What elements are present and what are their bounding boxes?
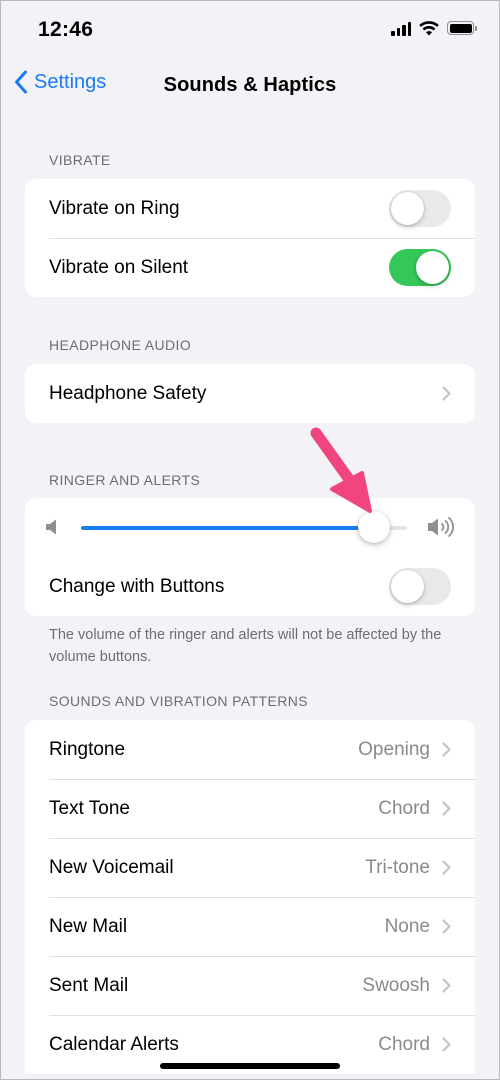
section-header-headphone-audio: HEADPHONE AUDIO (49, 337, 192, 353)
toggle-knob (416, 251, 449, 284)
speaker-low-icon (46, 519, 56, 535)
row-label: New Voicemail (49, 856, 174, 878)
toggle-knob (391, 570, 424, 603)
speaker-high-icon (428, 517, 454, 537)
battery-icon (447, 21, 477, 35)
chevron-right-icon (442, 386, 451, 401)
status-time: 12:46 (38, 18, 94, 41)
row-label: Vibrate on Ring (49, 197, 180, 219)
status-bar: 12:46 (0, 0, 500, 62)
section-header-vibrate: VIBRATE (49, 152, 111, 168)
row-new-mail[interactable]: New Mail None (25, 897, 475, 956)
row-label: Text Tone (49, 797, 130, 819)
chevron-right-icon (442, 860, 451, 875)
row-label: New Mail (49, 915, 128, 937)
row-label: Vibrate on Silent (49, 256, 189, 278)
row-label: Change with Buttons (49, 575, 225, 597)
chevron-right-icon (442, 801, 451, 816)
slider-fill (81, 526, 374, 530)
headphone-group: Headphone Safety (25, 364, 475, 423)
vibrate-on-ring-toggle[interactable] (389, 190, 451, 227)
row-value: Swoosh (362, 974, 430, 996)
navigation-bar: Settings Sounds & Haptics (0, 62, 500, 108)
row-new-voicemail[interactable]: New Voicemail Tri-tone (25, 838, 475, 897)
toggle-knob (391, 192, 424, 225)
pink-arrow-icon (310, 427, 372, 513)
page-title: Sounds & Haptics (163, 74, 337, 96)
status-icons (391, 20, 477, 36)
row-vibrate-on-silent[interactable]: Vibrate on Silent (25, 238, 475, 297)
row-ringtone[interactable]: Ringtone Opening (25, 720, 475, 779)
row-headphone-safety[interactable]: Headphone Safety (25, 364, 475, 423)
row-value: Tri-tone (365, 856, 430, 878)
row-label: Headphone Safety (49, 382, 207, 404)
row-sent-mail[interactable]: Sent Mail Swoosh (25, 956, 475, 1015)
row-label: Sent Mail (49, 974, 129, 996)
sounds-group: Ringtone Opening Text Tone Chord New Voi… (25, 720, 475, 1074)
row-text-tone[interactable]: Text Tone Chord (25, 779, 475, 838)
ringer-volume-row (25, 498, 475, 557)
change-with-buttons-toggle[interactable] (389, 568, 451, 605)
wifi-icon (419, 21, 439, 36)
cellular-signal-icon (391, 21, 411, 36)
row-label: Calendar Alerts (49, 1033, 179, 1055)
chevron-right-icon (442, 978, 451, 993)
chevron-right-icon (442, 919, 451, 934)
row-change-with-buttons[interactable]: Change with Buttons (25, 557, 475, 616)
chevron-right-icon (442, 1037, 451, 1052)
home-indicator (160, 1063, 340, 1069)
vibrate-on-silent-toggle[interactable] (389, 249, 451, 286)
row-vibrate-on-ring[interactable]: Vibrate on Ring (25, 179, 475, 238)
section-header-ringer-and-alerts: RINGER AND ALERTS (49, 472, 201, 488)
row-value: Opening (358, 738, 430, 760)
ringer-group: Change with Buttons (25, 498, 475, 616)
ringer-footer-note: The volume of the ringer and alerts will… (49, 627, 442, 665)
chevron-right-icon (442, 742, 451, 757)
row-value: Chord (378, 797, 430, 819)
row-value: Chord (378, 1033, 430, 1055)
row-value: None (384, 915, 430, 937)
section-header-sounds-and-vibration-patterns: SOUNDS AND VIBRATION PATTERNS (49, 693, 308, 709)
vibrate-group: Vibrate on Ring Vibrate on Silent (25, 179, 475, 297)
row-label: Ringtone (49, 738, 126, 760)
